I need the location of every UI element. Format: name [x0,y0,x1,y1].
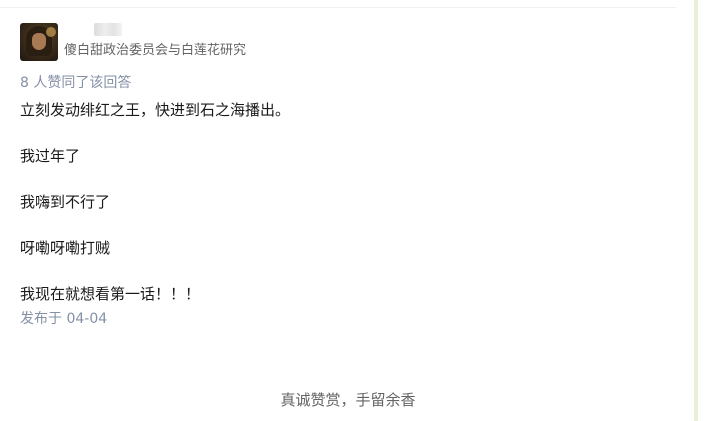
answer-paragraph: 我嗨到不行了 [20,193,111,211]
author-headline: 傻白甜政治委员会与白莲花研究 [64,43,247,58]
reward-prompt: 真诚赞赏，手留余香 [280,391,416,409]
avatar[interactable] [20,23,58,61]
answer-page: 傻白甜政治委员会与白莲花研究 8 人赞同了该回答 立刻发动绯红之王，快进到石之海… [0,0,706,421]
author-name-redacted[interactable] [94,23,122,36]
voters-count[interactable]: 8 人赞同了该回答 [20,74,131,92]
publish-time[interactable]: 发布于 04-04 [20,310,107,328]
avatar-face [32,33,46,50]
avatar-light [46,27,56,37]
author-info: 傻白甜政治委员会与白莲花研究 [20,23,246,63]
answer-paragraph: 我过年了 [20,147,81,165]
answer-paragraph: 我现在就想看第一话！！！ [20,285,201,303]
author-meta: 傻白甜政治委员会与白莲花研究 [64,23,246,59]
answer-content: 立刻发动绯红之王，快进到石之海播出。 我过年了 我嗨到不行了 呀嘞呀嘞打贼 我现… [20,99,660,305]
scroll-edge [694,0,698,421]
answer-paragraph: 呀嘞呀嘞打贼 [20,239,111,257]
divider [0,7,676,8]
answer-paragraph: 立刻发动绯红之王，快进到石之海播出。 [20,101,291,119]
